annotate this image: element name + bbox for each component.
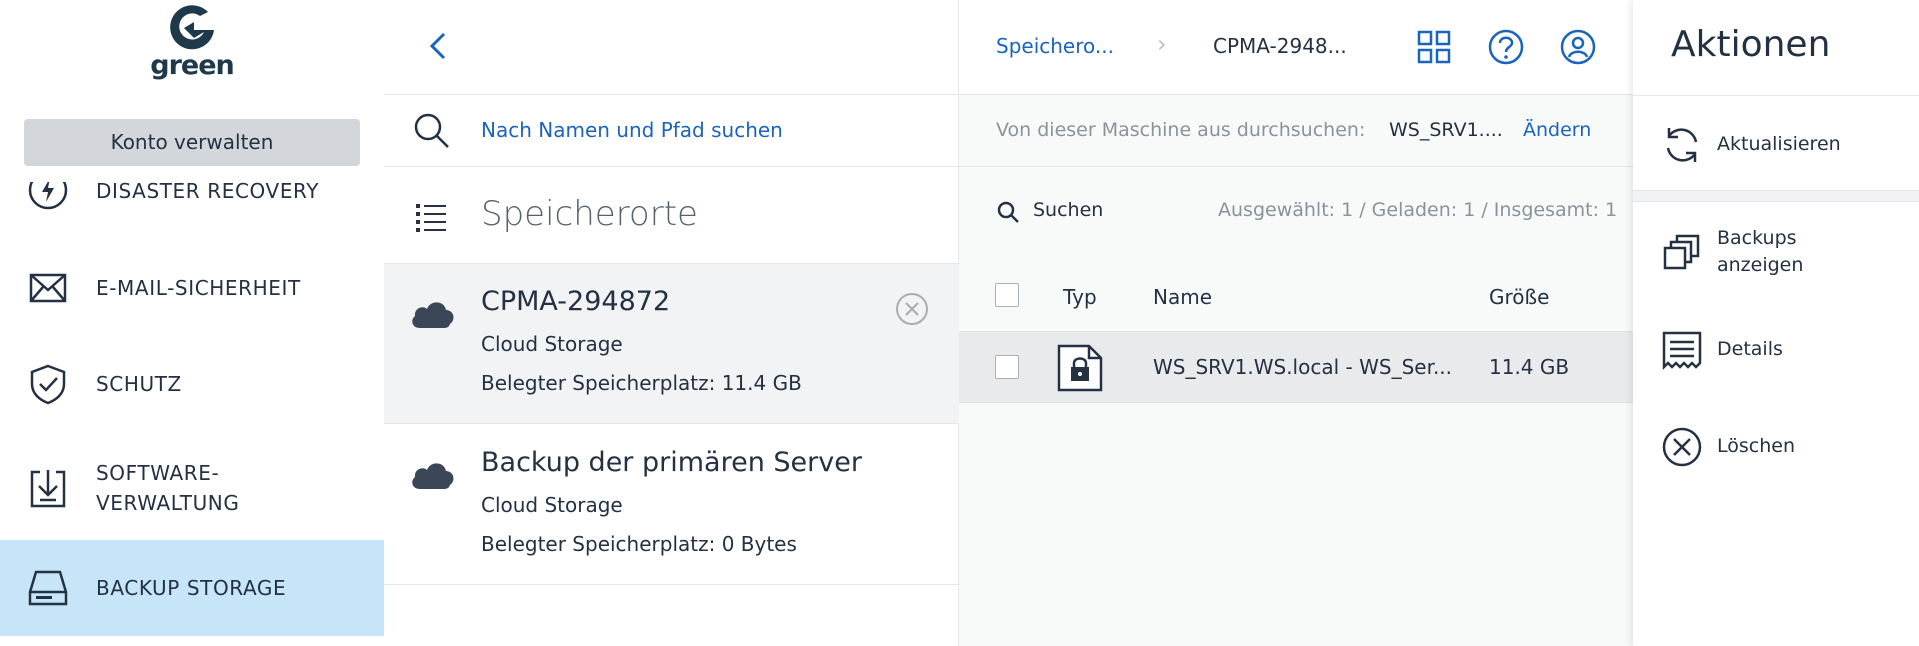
sidebar-item-label: SOFTWARE- <box>96 461 220 485</box>
sidebar: green Konto verwalten DISASTER RECOVERY … <box>0 0 384 646</box>
action-details[interactable]: Details <box>1633 315 1919 385</box>
breadcrumb-parent[interactable]: Speichero... <box>996 34 1114 58</box>
action-show-backups[interactable]: Backups anzeigen <box>1633 218 1919 298</box>
grid-apps-icon[interactable] <box>1415 28 1453 66</box>
location-used-space: Belegter Speicherplatz: 11.4 GB <box>481 371 802 395</box>
action-label: Details <box>1717 338 1783 360</box>
company-logo: green <box>150 2 235 94</box>
cloud-icon <box>412 463 454 489</box>
search-icon <box>414 113 449 148</box>
actions-title: Aktionen <box>1671 24 1831 65</box>
sidebar-item-label-line2: VERWALTUNG <box>96 491 240 515</box>
sidebar-item-backup-storage[interactable]: BACKUP STORAGE <box>0 540 384 636</box>
logo-text: green <box>150 50 235 81</box>
software-download-icon <box>30 470 66 508</box>
divider <box>1633 95 1919 96</box>
action-delete[interactable]: Löschen <box>1633 412 1919 482</box>
location-type: Cloud Storage <box>481 493 623 517</box>
column-size[interactable]: Größe <box>1489 285 1549 309</box>
action-label: Backups <box>1717 227 1797 249</box>
search-input-placeholder[interactable]: Nach Namen und Pfad suchen <box>481 118 783 142</box>
browse-machine-value: WS_SRV1.... <box>1389 119 1503 141</box>
action-label-line2: anzeigen <box>1717 254 1804 276</box>
sidebar-item-email-security[interactable]: E-MAIL-SICHERHEIT <box>0 258 384 318</box>
location-item[interactable]: CPMA-294872 Cloud Storage Belegter Speic… <box>384 264 959 424</box>
filter-row: Suchen Ausgewählt: 1 / Geladen: 1 / Insg… <box>959 167 1633 259</box>
sidebar-clip-mask <box>0 166 384 182</box>
selection-stats: Ausgewählt: 1 / Geladen: 1 / Insgesamt: … <box>1218 199 1618 221</box>
browse-from-machine: Von dieser Maschine aus durchsuchen: WS_… <box>959 95 1633 167</box>
locations-panel: Nach Namen und Pfad suchen Speicherorte … <box>384 0 959 646</box>
delete-x-icon <box>1662 427 1702 467</box>
row-name: WS_SRV1.WS.local - WS_Ser... <box>1153 355 1453 379</box>
user-account-icon[interactable] <box>1559 28 1597 66</box>
action-label: Aktualisieren <box>1717 133 1841 155</box>
cloud-icon <box>412 302 454 328</box>
locations-title: Speicherorte <box>481 194 698 234</box>
table-row[interactable]: WS_SRV1.WS.local - WS_Ser... 11.4 GB <box>959 331 1633 403</box>
breadcrumb-current: CPMA-2948... <box>1213 34 1347 58</box>
location-item[interactable]: Backup der primären Server Cloud Storage… <box>384 425 959 585</box>
location-name: Backup der primären Server <box>481 447 862 478</box>
hard-drive-icon <box>28 570 68 606</box>
top-bar: Speichero... › CPMA-2948... <box>959 0 1633 95</box>
help-icon[interactable] <box>1487 28 1525 66</box>
location-type: Cloud Storage <box>481 332 623 356</box>
list-icon <box>416 204 446 232</box>
locations-header: Speicherorte <box>384 167 959 264</box>
column-name[interactable]: Name <box>1153 285 1212 309</box>
actions-panel: Aktionen Aktualisieren Backups anzeigen … <box>1633 0 1919 646</box>
backups-content: Speichero... › CPMA-2948... Von dieser M… <box>959 0 1633 646</box>
sidebar-item-software-management[interactable]: SOFTWARE- VERWALTUNG <box>0 448 384 528</box>
envelope-icon <box>29 273 67 303</box>
locked-backup-file-icon <box>1057 344 1103 392</box>
details-icon <box>1662 331 1702 371</box>
remove-location-icon[interactable] <box>894 291 930 327</box>
sidebar-item-label: BACKUP STORAGE <box>96 576 287 600</box>
action-label: Löschen <box>1717 435 1795 457</box>
sidebar-item-label: E-MAIL-SICHERHEIT <box>96 276 301 300</box>
back-row <box>384 0 959 95</box>
select-all-checkbox[interactable] <box>995 283 1019 307</box>
location-used-space: Belegter Speicherplatz: 0 Bytes <box>481 532 797 556</box>
row-size: 11.4 GB <box>1489 355 1570 379</box>
backups-stack-icon <box>1663 234 1700 270</box>
browse-machine-label: Von dieser Maschine aus durchsuchen: <box>996 119 1366 141</box>
sidebar-item-protection[interactable]: SCHUTZ <box>0 354 384 414</box>
table-header: Typ Name Größe <box>959 259 1633 331</box>
location-name: CPMA-294872 <box>481 286 671 317</box>
sidebar-item-label: SCHUTZ <box>96 372 182 396</box>
shield-icon <box>30 364 66 405</box>
logo-mark-icon <box>170 5 214 50</box>
manage-account-button-overlay[interactable]: Konto verwalten <box>24 119 360 166</box>
actions-separator <box>1633 190 1919 202</box>
back-chevron-icon[interactable] <box>422 28 458 64</box>
refresh-icon <box>1666 128 1698 162</box>
row-checkbox[interactable] <box>995 355 1019 379</box>
search-button[interactable]: Suchen <box>1033 199 1103 221</box>
column-type[interactable]: Typ <box>1063 285 1097 309</box>
location-search[interactable]: Nach Namen und Pfad suchen <box>384 95 959 167</box>
action-refresh[interactable]: Aktualisieren <box>1633 110 1919 180</box>
breadcrumb-separator: › <box>1157 30 1167 58</box>
search-icon <box>997 201 1019 223</box>
change-machine-link[interactable]: Ändern <box>1523 119 1591 141</box>
